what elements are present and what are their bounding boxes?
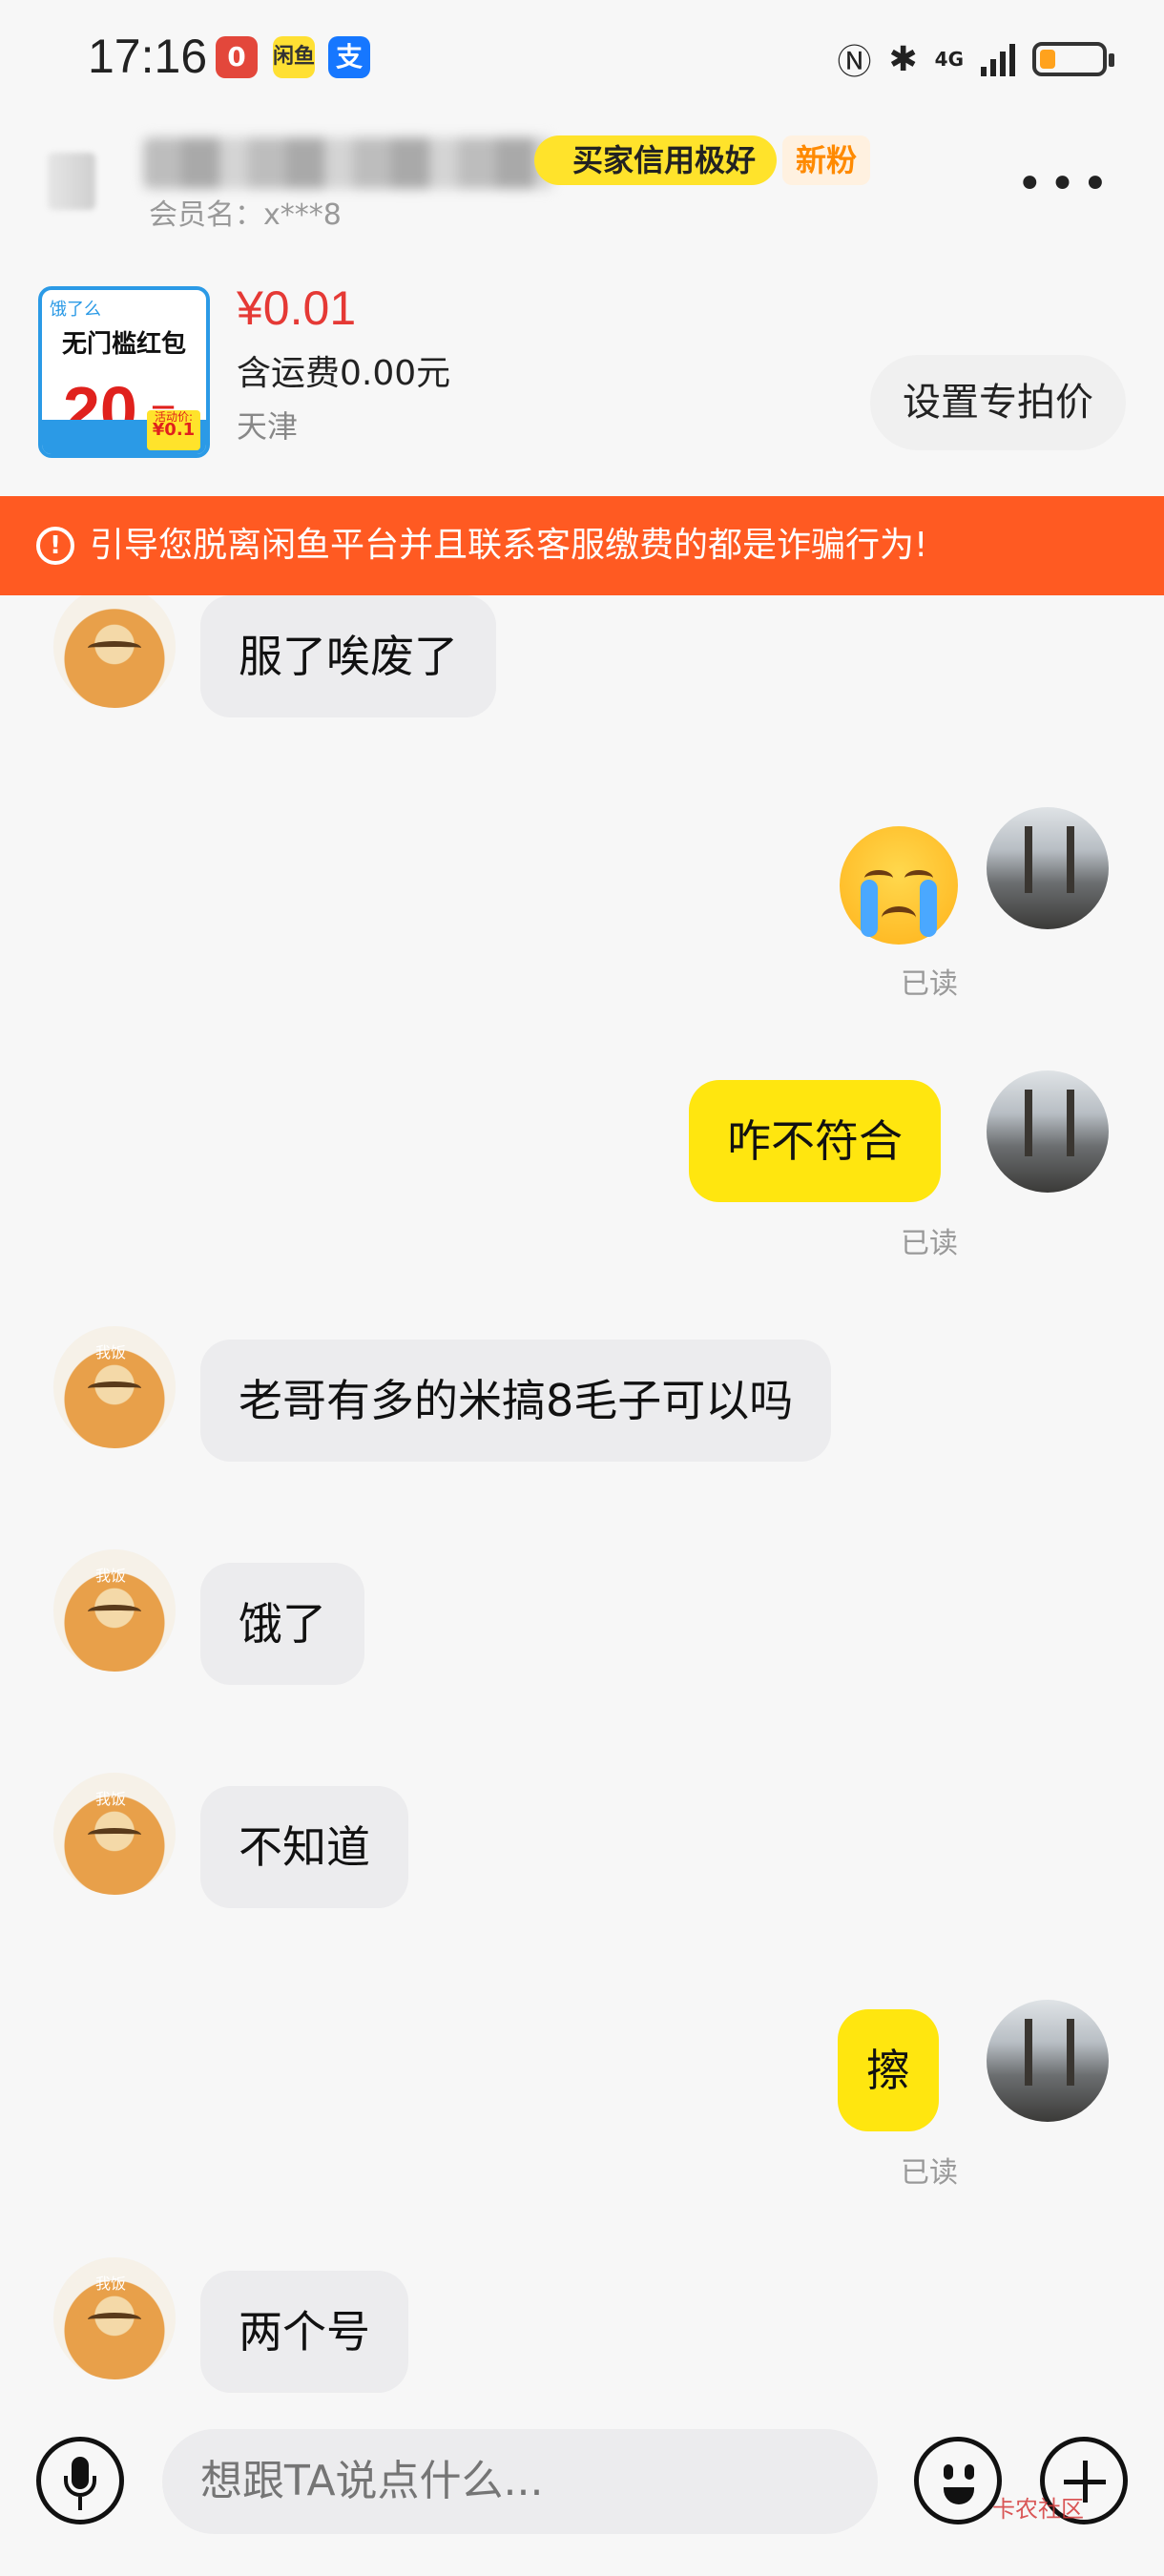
- sale-tag: 活动价: ¥0.1: [147, 410, 200, 450]
- shipping-fee: 含运费0.00元: [237, 354, 451, 393]
- product-location: 天津: [237, 408, 299, 445]
- contact-avatar[interactable]: 我饭: [53, 2257, 176, 2379]
- alert-circle-icon: !: [36, 527, 74, 565]
- back-icon[interactable]: [48, 153, 95, 210]
- product-image[interactable]: 饿了么 无门槛红包 20 元 活动价: ¥0.1: [38, 286, 210, 458]
- read-status: 已读: [901, 1227, 958, 1260]
- watermark: 卡农社区: [992, 2496, 1084, 2523]
- input-bar: 卡农社区: [0, 2395, 1164, 2576]
- member-name: 会员名：x***8: [149, 198, 342, 232]
- message-bubble[interactable]: 两个号: [200, 2271, 408, 2393]
- my-avatar[interactable]: [987, 807, 1109, 929]
- message-bubble[interactable]: 不知道: [200, 1786, 408, 1908]
- fraud-warning-banner: ! 引导您脱离闲鱼平台并且联系客服缴费的都是诈骗行为!: [0, 496, 1164, 595]
- message-bubble[interactable]: 服了唉废了: [200, 595, 496, 717]
- bluetooth-icon: ✱: [888, 39, 918, 79]
- crying-face-emoji[interactable]: [840, 826, 958, 945]
- contact-avatar[interactable]: 我饭: [53, 1549, 176, 1672]
- system-icons: Ⓝ ✱ 4G: [837, 34, 1114, 84]
- read-status: 已读: [901, 2156, 958, 2190]
- signal-icon: [981, 42, 1015, 76]
- sale-price: ¥0.1: [152, 420, 196, 440]
- set-special-price-button[interactable]: 设置专拍价: [870, 355, 1126, 450]
- contact-avatar[interactable]: 我饭: [53, 1773, 176, 1895]
- chat-header: 买家信用极好 新粉 会员名：x***8 •••: [0, 114, 1164, 239]
- new-fan-badge: 新粉: [782, 135, 871, 185]
- status-time: 17:16: [88, 30, 208, 83]
- product-card[interactable]: 饿了么 无门槛红包 20 元 活动价: ¥0.1 ¥0.01 含运费0.00元 …: [0, 267, 1164, 496]
- message-input[interactable]: [162, 2429, 878, 2534]
- warning-text: 引导您脱离闲鱼平台并且联系客服缴费的都是诈骗行为!: [90, 526, 928, 565]
- message-bubble[interactable]: 擦: [838, 2009, 939, 2131]
- my-avatar[interactable]: [987, 2000, 1109, 2122]
- more-dots-icon[interactable]: •••: [1016, 161, 1114, 207]
- contact-avatar[interactable]: 我饭: [53, 1326, 176, 1448]
- contact-name-blurred: [143, 137, 553, 189]
- chat-messages: 服了唉废了 已读 咋不符合 已读 我饭 老哥有多的米搞8毛子可以吗 我饭 饿了 …: [0, 595, 1164, 2395]
- brand-label: 饿了么: [50, 300, 101, 320]
- xianyu-app-icon: 闲鱼: [273, 36, 315, 78]
- alipay-app-icon: 支: [328, 36, 370, 78]
- message-bubble[interactable]: 咋不符合: [689, 1080, 941, 1202]
- battery-icon: [1032, 42, 1114, 76]
- contact-avatar[interactable]: [53, 595, 176, 708]
- credit-badge: 买家信用极好: [534, 135, 778, 185]
- status-bar: 17:16 0 闲鱼 支 Ⓝ ✱ 4G: [0, 0, 1164, 114]
- product-image-title: 无门槛红包: [61, 330, 186, 359]
- my-avatar[interactable]: [987, 1070, 1109, 1193]
- smiley-icon[interactable]: [914, 2437, 1002, 2524]
- message-bubble[interactable]: 老哥有多的米搞8毛子可以吗: [200, 1340, 832, 1462]
- battery-fill: [1040, 50, 1055, 69]
- message-bubble[interactable]: 饿了: [200, 1563, 364, 1685]
- network-type: 4G: [934, 48, 964, 71]
- microphone-icon[interactable]: [36, 2437, 124, 2524]
- nfc-icon: Ⓝ: [837, 43, 872, 82]
- product-price: ¥0.01: [237, 281, 357, 335]
- read-status: 已读: [901, 967, 958, 1001]
- notification-badge-icon: 0: [216, 36, 258, 78]
